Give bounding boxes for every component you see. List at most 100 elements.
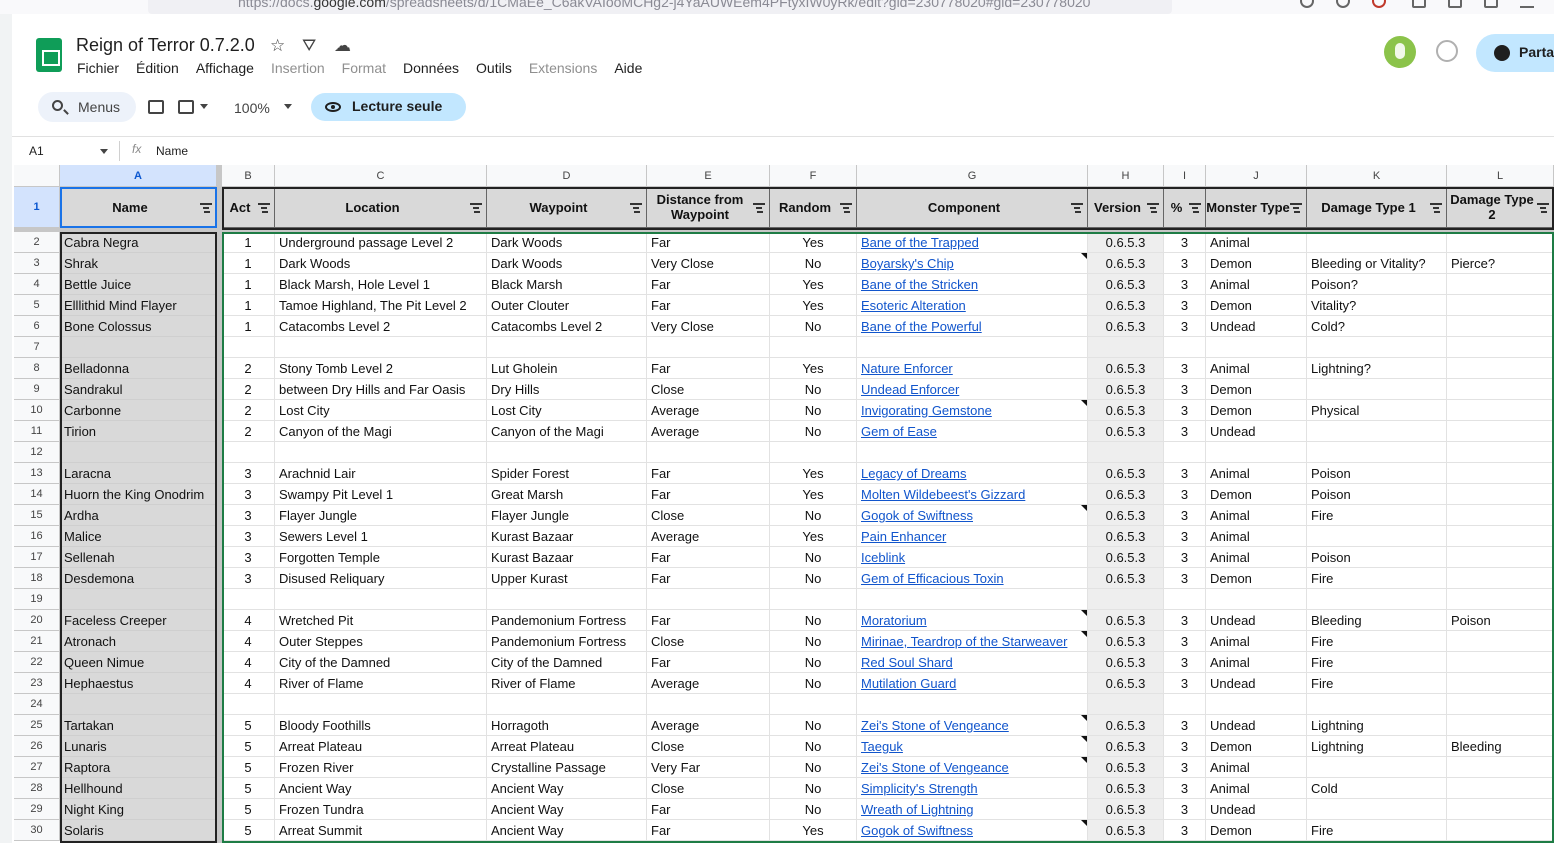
table-cell[interactable]	[1447, 694, 1554, 715]
table-cell[interactable]: 1	[222, 316, 275, 337]
header-cell-damage-type-1[interactable]: Damage Type 1	[1307, 187, 1447, 228]
row-header[interactable]: 11	[14, 421, 60, 442]
table-cell[interactable]: Poison?	[1307, 274, 1447, 295]
table-cell[interactable]: City of the Damned	[275, 652, 487, 673]
table-cell[interactable]: Animal	[1206, 631, 1307, 652]
table-cell[interactable]: Desdemona	[60, 568, 217, 589]
table-cell[interactable]: No	[770, 253, 857, 274]
row-header[interactable]: 21	[14, 631, 60, 652]
account-icon[interactable]	[1336, 0, 1350, 8]
table-cell[interactable]: 2	[222, 379, 275, 400]
filter-icon[interactable]	[1430, 202, 1442, 213]
table-cell[interactable]: Raptora	[60, 757, 217, 778]
table-cell[interactable]: 4	[222, 631, 275, 652]
row-header[interactable]: 28	[14, 778, 60, 799]
column-header-i[interactable]: I	[1164, 165, 1206, 187]
table-cell[interactable]: River of Flame	[275, 673, 487, 694]
row-header[interactable]: 23	[14, 673, 60, 694]
row-header[interactable]: 19	[14, 589, 60, 610]
table-cell[interactable]: Frozen Tundra	[275, 799, 487, 820]
table-cell[interactable]: Solaris	[60, 820, 217, 841]
table-cell[interactable]	[1447, 232, 1554, 253]
table-cell[interactable]: 0.6.5.3	[1088, 652, 1164, 673]
table-cell[interactable]	[1307, 589, 1447, 610]
table-cell[interactable]: Vitality?	[1307, 295, 1447, 316]
table-cell[interactable]: 2	[222, 358, 275, 379]
table-cell[interactable]: Yes	[770, 358, 857, 379]
table-cell[interactable]: Far	[647, 799, 770, 820]
document-title[interactable]: Reign of Terror 0.7.2.0	[76, 35, 255, 56]
table-cell[interactable]: Average	[647, 400, 770, 421]
table-cell[interactable]: No	[770, 778, 857, 799]
table-cell[interactable]: 0.6.5.3	[1088, 757, 1164, 778]
chevron-down-icon[interactable]	[100, 149, 108, 154]
table-cell[interactable]: Poison	[1447, 610, 1554, 631]
table-cell[interactable]: 3	[222, 505, 275, 526]
table-cell[interactable]: 3	[1164, 715, 1206, 736]
table-cell[interactable]: No	[770, 673, 857, 694]
extensions-icon[interactable]	[1448, 0, 1462, 8]
component-link[interactable]: Gem of Efficacious Toxin	[857, 568, 1088, 589]
table-cell[interactable]: Yes	[770, 526, 857, 547]
table-cell[interactable]: Atronach	[60, 631, 217, 652]
table-cell[interactable]: Bleeding or Vitality?	[1307, 253, 1447, 274]
table-cell[interactable]: 0.6.5.3	[1088, 232, 1164, 253]
component-link[interactable]: Pain Enhancer	[857, 526, 1088, 547]
table-cell[interactable]: Animal	[1206, 778, 1307, 799]
column-header-d[interactable]: D	[487, 165, 647, 187]
table-cell[interactable]: Far	[647, 274, 770, 295]
menu-item[interactable]: Édition	[135, 60, 195, 76]
table-cell[interactable]: 0.6.5.3	[1088, 715, 1164, 736]
table-cell[interactable]	[647, 442, 770, 463]
table-cell[interactable]: 3	[1164, 568, 1206, 589]
table-cell[interactable]	[1447, 589, 1554, 610]
table-cell[interactable]: Far	[647, 358, 770, 379]
table-cell[interactable]: Stony Tomb Level 2	[275, 358, 487, 379]
table-cell[interactable]: 0.6.5.3	[1088, 736, 1164, 757]
table-cell[interactable]: Swampy Pit Level 1	[275, 484, 487, 505]
column-header-g[interactable]: G	[857, 165, 1088, 187]
component-link[interactable]: Molten Wildebeest's Gizzard	[857, 484, 1088, 505]
table-cell[interactable]: 0.6.5.3	[1088, 799, 1164, 820]
table-cell[interactable]	[275, 694, 487, 715]
table-cell[interactable]: Arreat Plateau	[487, 736, 647, 757]
table-cell[interactable]: Close	[647, 736, 770, 757]
view-only-badge[interactable]: Lecture seule	[311, 93, 466, 121]
table-cell[interactable]: Upper Kurast	[487, 568, 647, 589]
row-header[interactable]: 13	[14, 463, 60, 484]
menu-item[interactable]: Aide	[613, 60, 658, 76]
table-cell[interactable]	[1447, 715, 1554, 736]
table-cell[interactable]	[1307, 232, 1447, 253]
table-cell[interactable]: Bleeding	[1307, 610, 1447, 631]
table-cell[interactable]	[60, 337, 217, 358]
table-cell[interactable]: Disused Reliquary	[275, 568, 487, 589]
table-cell[interactable]: Cold?	[1307, 316, 1447, 337]
header-cell-version[interactable]: Version	[1088, 187, 1164, 228]
table-cell[interactable]	[1447, 400, 1554, 421]
table-cell[interactable]: 0.6.5.3	[1088, 820, 1164, 841]
header-cell-location[interactable]: Location	[275, 187, 487, 228]
table-cell[interactable]	[1164, 442, 1206, 463]
row-header[interactable]: 14	[14, 484, 60, 505]
table-cell[interactable]	[1206, 589, 1307, 610]
table-cell[interactable]: Hellhound	[60, 778, 217, 799]
table-cell[interactable]	[1307, 757, 1447, 778]
row-header[interactable]: 18	[14, 568, 60, 589]
table-cell[interactable]: Poison	[1307, 463, 1447, 484]
table-cell[interactable]: 3	[1164, 526, 1206, 547]
column-header-j[interactable]: J	[1206, 165, 1307, 187]
cloud-status-icon[interactable]: ☁	[334, 36, 351, 56]
table-cell[interactable]	[857, 589, 1088, 610]
table-cell[interactable]: Outer Clouter	[487, 295, 647, 316]
table-cell[interactable]: Undead	[1206, 715, 1307, 736]
table-cell[interactable]: No	[770, 610, 857, 631]
filter-icon[interactable]	[258, 202, 270, 213]
component-link[interactable]: Zei's Stone of Vengeance	[857, 715, 1088, 736]
table-cell[interactable]: No	[770, 715, 857, 736]
table-cell[interactable]: 3	[1164, 799, 1206, 820]
table-cell[interactable]	[1088, 442, 1164, 463]
table-cell[interactable]: 0.6.5.3	[1088, 253, 1164, 274]
table-cell[interactable]: No	[770, 379, 857, 400]
table-cell[interactable]: Huorn the King Onodrim	[60, 484, 217, 505]
table-cell[interactable]: 2	[222, 421, 275, 442]
